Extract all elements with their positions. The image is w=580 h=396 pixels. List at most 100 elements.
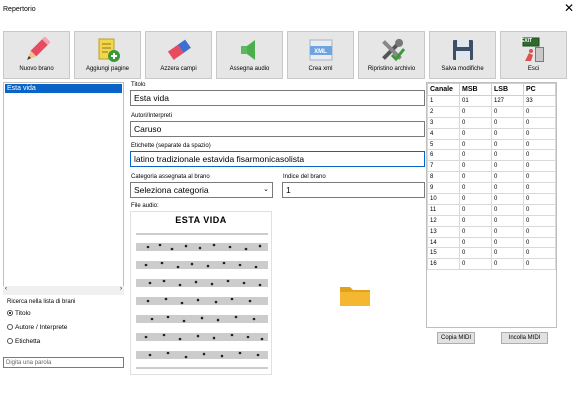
midi-cell-lsb[interactable]: 0 [491,225,524,238]
midi-cell-msb[interactable]: 0 [459,182,492,195]
midi-cell-msb[interactable]: 0 [459,105,492,118]
midi-cell-msb[interactable]: 0 [459,214,492,227]
midi-cell-lsb[interactable]: 0 [491,149,524,162]
midi-cell-pc[interactable]: 0 [523,160,556,173]
song-list[interactable]: Esta vida [3,82,124,295]
scroll-left-icon[interactable]: ‹ [5,286,7,292]
new-song-button[interactable]: Nuovo brano [3,31,70,79]
search-option-tag[interactable]: Etichetta [7,338,40,345]
assign-audio-button[interactable]: Assegna audio [216,31,283,79]
midi-cell-lsb[interactable]: 0 [491,171,524,184]
search-option-author[interactable]: Autore / Interprete [7,324,67,331]
exit-button[interactable]: EXIT Esci [500,31,567,79]
sheet-title: ESTA VIDA [175,215,227,225]
radio-icon[interactable] [7,324,13,331]
midi-cell-msb[interactable]: 01 [459,95,492,107]
paste-midi-button[interactable]: Incolla MIDI [501,332,548,344]
midi-cell-msb[interactable]: 0 [459,138,492,151]
midi-cell-pc[interactable]: 0 [523,171,556,184]
midi-cell-pc[interactable]: 0 [523,193,556,205]
midi-cell-lsb[interactable]: 0 [491,193,524,205]
midi-cell-pc[interactable]: 33 [523,95,556,107]
midi-cell-msb[interactable]: 0 [459,127,492,140]
midi-cell-pc[interactable]: 0 [523,127,556,140]
table-row[interactable]: 2000 [427,105,556,118]
folder-icon[interactable] [339,283,371,307]
midi-cell-pc[interactable]: 0 [523,149,556,162]
midi-cell-lsb[interactable]: 0 [491,116,524,129]
midi-cell-pc[interactable]: 0 [523,258,556,271]
midi-cell-pc[interactable]: 0 [523,105,556,118]
radio-icon[interactable] [7,338,13,345]
table-row[interactable]: 5000 [427,138,556,151]
clear-fields-button[interactable]: Azzera campi [145,31,212,79]
radio-icon[interactable] [7,310,13,317]
midi-cell-lsb[interactable]: 0 [491,236,524,249]
song-list-scrollbar[interactable]: ‹ › [3,286,124,295]
table-row[interactable]: 8000 [427,171,556,184]
table-row[interactable]: 3000 [427,116,556,129]
assign-audio-label: Assegna audio [229,66,270,72]
add-page-icon [98,38,120,62]
authors-field[interactable]: Caruso [130,121,425,137]
close-icon[interactable]: ✕ [564,1,574,15]
midi-cell-pc[interactable]: 0 [523,203,556,216]
song-list-item-selected[interactable]: Esta vida [5,84,122,93]
midi-cell-lsb[interactable]: 0 [491,203,524,216]
table-row[interactable]: 11 0 0 0 [427,203,556,216]
table-row[interactable]: 12 0 0 0 [427,214,556,227]
midi-cell-lsb[interactable]: 0 [491,182,524,195]
scroll-right-icon[interactable]: › [120,286,122,292]
midi-cell-pc[interactable]: 0 [523,236,556,249]
midi-cell-pc[interactable]: 0 [523,225,556,238]
search-input[interactable]: Digita una parola [3,357,124,368]
chevron-down-icon[interactable]: ⌄ [263,183,269,197]
midi-cell-msb[interactable]: 0 [459,236,492,249]
table-row[interactable]: 10 0 0 0 [427,193,556,205]
midi-cell-msb[interactable]: 0 [459,225,492,238]
midi-cell-msb[interactable]: 0 [459,258,492,271]
midi-cell-pc[interactable]: 0 [523,116,556,129]
midi-cell-lsb[interactable]: 0 [491,214,524,227]
create-xml-button[interactable]: XML Crea xml [287,31,354,79]
midi-cell-pc[interactable]: 0 [523,214,556,227]
table-row[interactable]: 15 0 0 0 [427,247,556,260]
tags-field[interactable]: latino tradizionale estavida fisarmonica… [130,151,425,167]
midi-cell-pc[interactable]: 0 [523,182,556,195]
midi-cell-msb[interactable]: 0 [459,171,492,184]
midi-cell-msb[interactable]: 0 [459,116,492,129]
restore-archive-button[interactable]: Ripristino archivio [358,31,425,79]
table-row[interactable]: 7000 [427,160,556,173]
midi-cell-msb[interactable]: 0 [459,203,492,216]
midi-cell-lsb[interactable]: 0 [491,258,524,271]
table-row[interactable]: 9000 [427,182,556,195]
midi-cell-pc[interactable]: 0 [523,247,556,260]
search-option-title[interactable]: Titolo [7,310,31,317]
midi-cell-lsb[interactable]: 127 [491,95,524,107]
table-row[interactable]: 13 0 0 0 [427,225,556,238]
table-row[interactable]: 4000 [427,127,556,140]
midi-cell-lsb[interactable]: 0 [491,160,524,173]
midi-cell-lsb[interactable]: 0 [491,138,524,151]
table-row[interactable]: 16 0 0 0 [427,258,556,271]
midi-cell-lsb[interactable]: 0 [491,105,524,118]
midi-cell-msb[interactable]: 0 [459,149,492,162]
add-pages-button[interactable]: Aggiungi pagine [74,31,141,79]
table-row[interactable]: 1 01 127 33 [427,95,556,107]
save-changes-button[interactable]: Salva modifiche [429,31,496,79]
index-field[interactable]: 1 [282,182,425,198]
midi-cell-msb[interactable]: 0 [459,160,492,173]
midi-cell-channel: 11 [427,203,460,216]
midi-cell-msb[interactable]: 0 [459,193,492,205]
midi-cell-msb[interactable]: 0 [459,247,492,260]
table-row[interactable]: 14 0 0 0 [427,236,556,249]
midi-cell-lsb[interactable]: 0 [491,247,524,260]
category-select[interactable]: Seleziona categoria ⌄ [130,182,273,198]
table-row[interactable]: 6000 [427,149,556,162]
copy-midi-button[interactable]: Copia MIDI [437,332,475,344]
title-field[interactable]: Esta vida [130,90,425,106]
midi-cell-channel: 7 [427,160,460,173]
midi-cell-lsb[interactable]: 0 [491,127,524,140]
midi-cell-pc[interactable]: 0 [523,138,556,151]
title-bar: Repertorio ✕ [0,0,580,26]
